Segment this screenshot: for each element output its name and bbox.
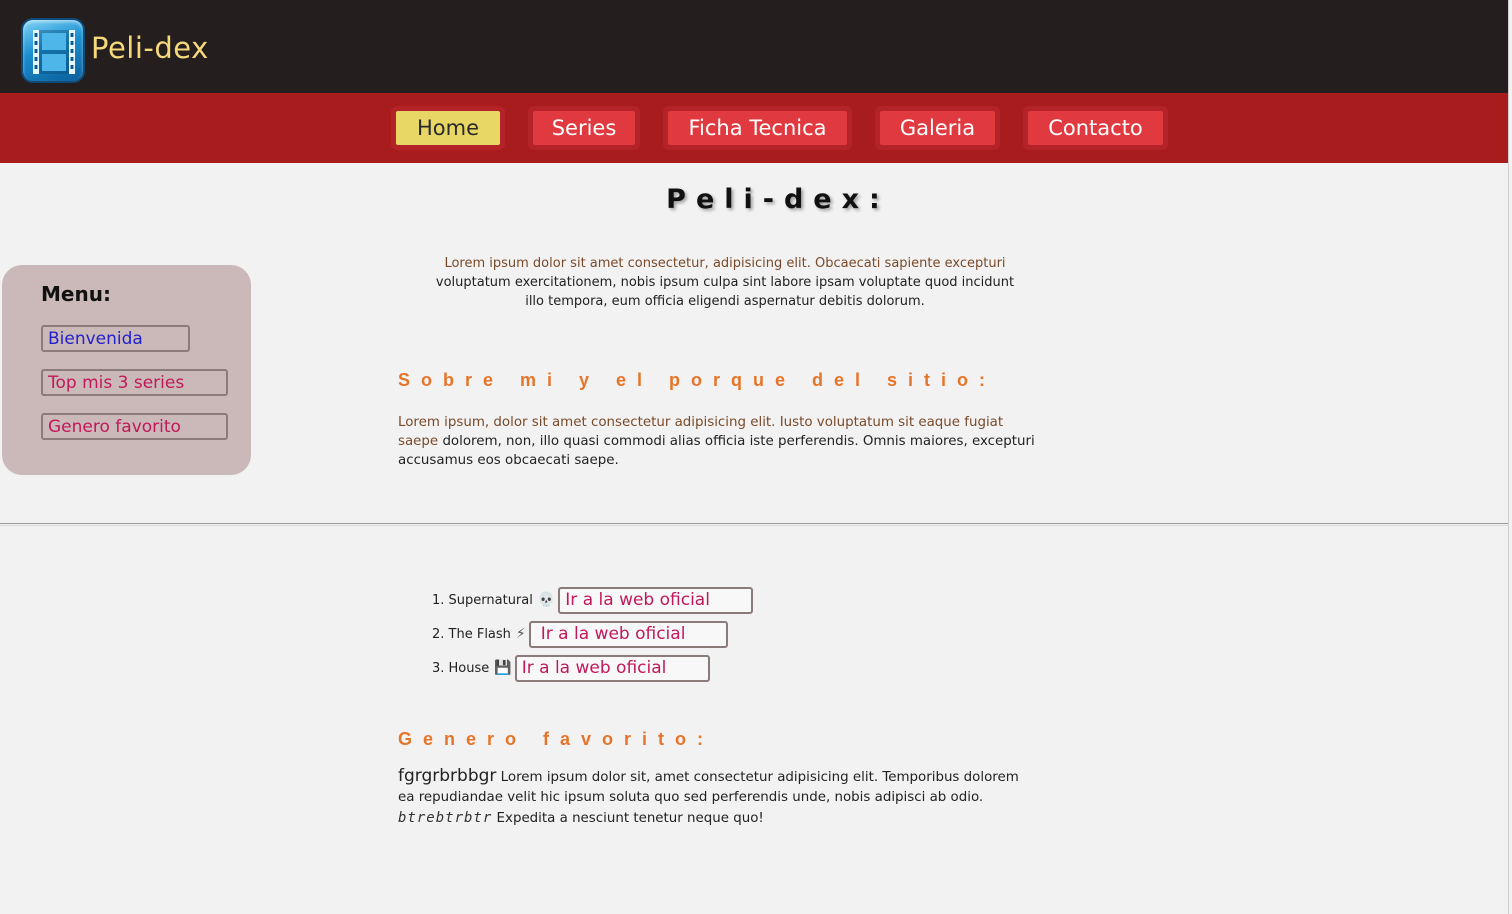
official-site-button[interactable]: Ir a la web oficial bbox=[528, 620, 728, 648]
film-strip-icon[interactable] bbox=[21, 18, 85, 83]
list-item: 1. Supernatural 💀 Ir a la web oficial bbox=[432, 586, 754, 614]
side-menu: Menu: Bienvenida Top mis 3 series Genero… bbox=[2, 265, 251, 475]
series-label: 1. Supernatural bbox=[432, 592, 533, 608]
about-paragraph: Lorem ipsum, dolor sit amet consectetur … bbox=[398, 413, 1038, 470]
floppy-disk-icon: 💾 bbox=[494, 660, 512, 676]
skull-icon: 💀 bbox=[537, 592, 556, 608]
site-header: Peli-dex bbox=[0, 0, 1512, 93]
lightning-icon: ⚡ bbox=[515, 626, 526, 642]
side-menu-title: Menu: bbox=[41, 282, 111, 306]
section-divider bbox=[0, 523, 1508, 526]
intro-line-1: Lorem ipsum dolor sit amet consectetur, … bbox=[444, 256, 1006, 271]
list-item: 2. The Flash ⚡ Ir a la web oficial bbox=[432, 620, 728, 648]
side-link-bienvenida[interactable]: Bienvenida bbox=[41, 325, 190, 352]
genre-paragraph: fgrgrbrbbgr Lorem ipsum dolor sit, amet … bbox=[398, 766, 1038, 829]
about-rest: dolorem, non, illo quasi commodi alias o… bbox=[398, 434, 1035, 468]
main-nav: Home Series Ficha Tecnica Galeria Contac… bbox=[0, 93, 1512, 163]
page-title: Peli-dex: bbox=[666, 184, 890, 215]
nav-series[interactable]: Series bbox=[533, 111, 635, 145]
series-label: 2. The Flash bbox=[432, 626, 511, 642]
side-link-genero[interactable]: Genero favorito bbox=[41, 413, 228, 440]
nav-contacto[interactable]: Contacto bbox=[1028, 111, 1163, 145]
list-item: 3. House 💾 Ir a la web oficial bbox=[432, 654, 710, 682]
intro-rest: voluptatum exercitationem, nobis ipsum c… bbox=[435, 275, 1015, 309]
nav-ficha-tecnica[interactable]: Ficha Tecnica bbox=[668, 111, 847, 145]
official-site-button[interactable]: Ir a la web oficial bbox=[514, 654, 710, 682]
about-heading: Sobre mi y el porque del sitio: bbox=[398, 370, 997, 390]
side-link-top-series[interactable]: Top mis 3 series bbox=[41, 369, 228, 396]
genre-text-2: Expedita a nesciunt tenetur neque quo! bbox=[492, 811, 764, 826]
genre-heading: Genero favorito: bbox=[398, 729, 715, 749]
official-site-button[interactable]: Ir a la web oficial bbox=[558, 586, 754, 614]
nav-home[interactable]: Home bbox=[396, 111, 500, 145]
scrollbar[interactable] bbox=[1508, 0, 1512, 914]
genre-mono-text: btrebtrbtr bbox=[398, 810, 493, 826]
series-label: 3. House bbox=[432, 660, 490, 676]
intro-paragraph: Lorem ipsum dolor sit amet consectetur, … bbox=[425, 254, 1025, 311]
site-title: Peli-dex bbox=[91, 31, 209, 65]
genre-big-text: fgrgrbrbbgr bbox=[398, 766, 497, 786]
nav-galeria[interactable]: Galeria bbox=[880, 111, 995, 145]
